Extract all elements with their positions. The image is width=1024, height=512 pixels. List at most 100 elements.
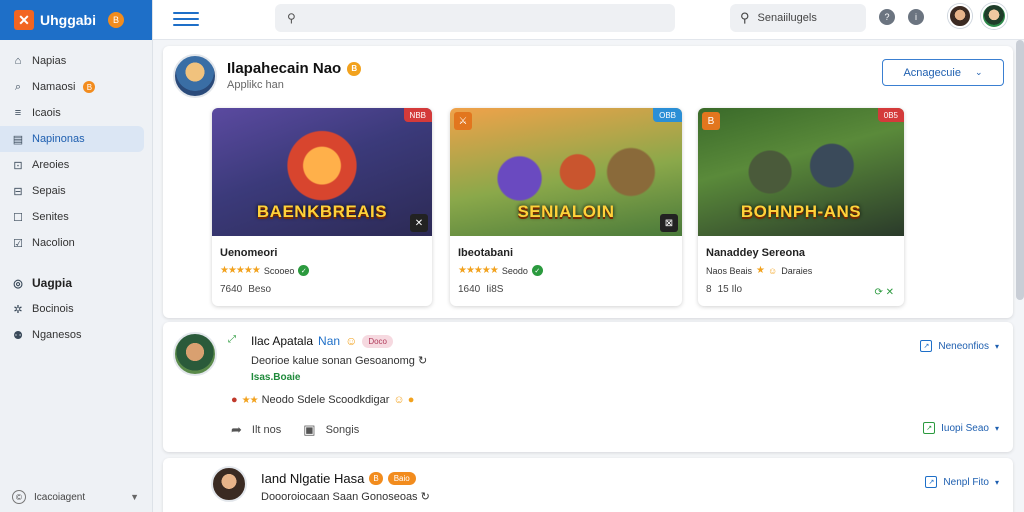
help-icon[interactable]: ? (879, 9, 895, 25)
sidebar-item-7[interactable]: ☑ Nacolion (0, 230, 144, 256)
app-name: Uhggabi (40, 12, 96, 28)
game-art-title: BOHNPH-ANS (740, 202, 862, 221)
hamburger-menu-icon[interactable] (173, 12, 199, 26)
tag-icon: ⊟ (13, 185, 23, 198)
search-input[interactable]: ⚲ (275, 4, 675, 32)
post-link[interactable]: Isas.Boaie (251, 372, 300, 383)
chevron-down-icon: ▾ (994, 477, 999, 487)
rating-text: Seodo (501, 265, 528, 276)
sidebar-item-2[interactable]: ≡ Icaois (0, 100, 144, 126)
sidebar-item-label: Senites (32, 211, 69, 223)
game-logo-icon: ⚔ (454, 112, 472, 130)
sidebar-footer[interactable]: © Icacoiagent ▼ (0, 490, 153, 504)
profile-name-text: Ilapahecain Nao (227, 60, 342, 77)
meta-value: 8 (706, 284, 712, 295)
square-icon: ⊡ (13, 159, 23, 172)
card-rating: Naos Beais ★ ☺ Daraies (698, 259, 904, 276)
compass-icon: ⌕ (14, 80, 22, 93)
verified-icon: ✓ (298, 265, 310, 276)
meta-label: Ii8S (486, 284, 504, 295)
share-icon[interactable]: ➦ (231, 422, 242, 438)
rating-extra: Daraies (781, 265, 813, 276)
card-meta: 1640 Ii8S (450, 276, 682, 295)
meta-value: 1640 (458, 284, 481, 295)
verified-icon: ✓ (531, 265, 543, 276)
info-icon[interactable]: i (908, 9, 924, 25)
post-avatar[interactable] (211, 466, 247, 502)
profile-badge: B (347, 61, 362, 76)
game-art-title: BAENKBREAIS (256, 202, 388, 221)
profile-avatar[interactable] (173, 54, 217, 98)
brand-header[interactable]: ✕ Uhggabi B (0, 0, 152, 40)
game-card-1[interactable]: NBB BAENKBREAIS ✕ Uenomeori ★★★★★ Scooeo… (212, 108, 432, 306)
game-art: ⚔ OBB SENIALOIN ⊠ (450, 108, 682, 236)
post-right-action[interactable]: ↗ Nenpl Fito ▾ (925, 476, 999, 488)
external-link-icon: ↗ (925, 476, 938, 488)
post-pill: Doco (362, 334, 394, 348)
post-right-action-2[interactable]: ↗ Iuopi Seao ▾ (923, 422, 999, 434)
sidebar-item-label: Nacolion (32, 237, 75, 249)
meta-label: 15 Ilo (717, 284, 743, 295)
grid-icon: ▤ (12, 133, 24, 146)
post-description: Doooroiocaan Saan Gonoseoas ↻ (261, 491, 430, 503)
account-avatar[interactable] (981, 3, 1007, 29)
sidebar-item-label: Icaois (32, 107, 61, 119)
action-label[interactable]: Ilt nos (252, 424, 281, 436)
card-rating: ★★★★★ Seodo ✓ (450, 259, 682, 276)
post-description: Deorioe kalue sonan Gesoanomg ↻ (251, 355, 428, 367)
sidebar-item-3[interactable]: ▤ Napinonas (0, 126, 144, 152)
card-title: Uenomeori (220, 247, 278, 259)
sidebar-item-4[interactable]: ⊡ Areoies (0, 152, 144, 178)
post-pill: B (369, 472, 383, 485)
expand-icon[interactable]: ⊠ (660, 214, 678, 232)
rating-stars: ★ (756, 265, 765, 276)
account-dropdown[interactable]: Acnagecuie ⌄ (882, 59, 1004, 86)
sidebar-item-tools[interactable]: ✲ Bocinois (0, 296, 144, 322)
share-icon[interactable]: ⟳ ✕ (874, 287, 894, 298)
post-title: Iand Nlgatie Hasa B Baio (261, 471, 416, 486)
sidebar-item-0[interactable]: ⌂ Napias (0, 48, 144, 74)
close-icon[interactable]: ✕ (410, 214, 428, 232)
post-right-action[interactable]: ↗ Neneonfios ▾ (920, 340, 999, 352)
sidebar-item-label: Napinonas (32, 133, 85, 145)
sidebar-item-label: Namaosi (32, 81, 76, 93)
expand-icon[interactable]: ⤢ (228, 334, 236, 345)
post-description-text: Deorioe kalue sonan Gesoanomg (251, 355, 415, 367)
reaction-text: Neodo Sdele Scoodkdigar (261, 394, 390, 406)
card-rating: ★★★★★ Scooeo ✓ (212, 259, 432, 276)
chevron-down-icon: ▼ (130, 492, 139, 502)
action-label[interactable]: Songis (326, 424, 360, 436)
post-right-label: Neneonfios (938, 340, 989, 352)
game-card-3[interactable]: B 0B5 BOHNPH-ANS Nanaddey Sereona Naos B… (698, 108, 904, 306)
profile-panel: Ilapahecain Nao B Applikc han Acnagecuie… (163, 46, 1013, 318)
post-description-text: Doooroiocaan Saan Gonoseoas (261, 491, 418, 503)
list-icon: ≡ (14, 107, 22, 119)
tools-icon: ✲ (13, 303, 23, 316)
game-art-title: SENIALOIN (517, 202, 615, 221)
meta-value: 7640 (220, 284, 243, 295)
home-icon: ⌂ (14, 55, 22, 67)
card-title: Ibeotabani (458, 247, 514, 259)
settings-icon: © (12, 490, 26, 504)
chevron-down-icon: ▾ (994, 423, 999, 433)
comment-icon[interactable]: ▣ (303, 422, 315, 438)
rating-text: Scooeo (263, 265, 295, 276)
chevron-down-icon: ⌄ (974, 67, 983, 77)
smile-icon: ☺ (345, 334, 358, 348)
sidebar-item-1[interactable]: ⌕ Namaosi B (0, 74, 144, 100)
user-avatar[interactable] (948, 4, 972, 28)
sidebar-item-6[interactable]: ☐ Senites (0, 204, 144, 230)
post-avatar[interactable] (173, 332, 217, 376)
rating-stars: ★★★★★ (458, 265, 499, 276)
game-card-2[interactable]: ⚔ OBB SENIALOIN ⊠ Ibeotabani ★★★★★ Seodo… (450, 108, 682, 306)
top-bar: ⚲ ⚲ Senaiilugels ? i (153, 0, 1024, 40)
rating-text: Naos Beais (706, 265, 753, 276)
post-right-label: Iuopi Seao (941, 422, 989, 434)
sidebar-item-5[interactable]: ⊟ Sepais (0, 178, 144, 204)
secondary-search-input[interactable]: ⚲ Senaiilugels (730, 4, 866, 32)
card-tag: OBB (653, 108, 682, 122)
sidebar-item-people[interactable]: ⚉ Nganesos (0, 322, 144, 348)
sidebar-section-title[interactable]: ◎ Uagpia (0, 270, 144, 296)
globe-icon: ◎ (13, 277, 23, 290)
smile-icon: ☺ (768, 265, 778, 276)
